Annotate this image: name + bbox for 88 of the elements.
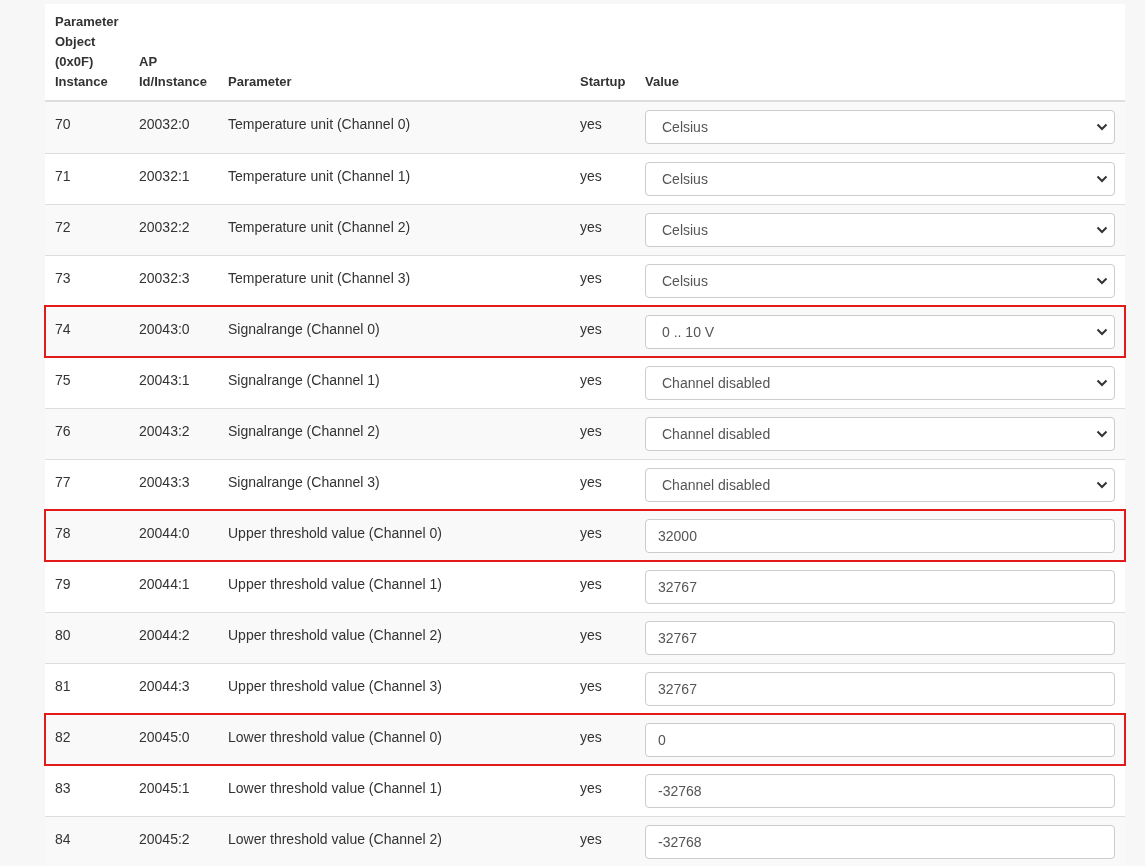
value-dropdown[interactable]: 0 .. 10 V — [645, 315, 1115, 349]
table-cell-text: yes — [579, 371, 603, 390]
table-cell-text: Lower threshold value (Channel 2) — [227, 830, 443, 849]
table-cell-text: Temperature unit (Channel 1) — [227, 167, 412, 186]
table-cell-text: yes — [579, 167, 603, 186]
table-cell-text: 20045:0 — [138, 728, 191, 747]
value-dropdown[interactable]: Celsius — [645, 162, 1115, 196]
value-input-field[interactable]: 32767 — [645, 570, 1115, 604]
value-input-field[interactable]: 32000 — [645, 519, 1115, 553]
column-header: Startup — [579, 73, 627, 91]
table-cell-text: yes — [579, 320, 603, 339]
value-dropdown[interactable]: Channel disabled — [645, 366, 1115, 400]
chevron-down-icon — [1096, 430, 1108, 438]
value-dropdown[interactable]: Channel disabled — [645, 417, 1115, 451]
value-input-field[interactable]: 32767 — [645, 621, 1115, 655]
table-cell-text: 80 — [54, 626, 72, 645]
table-cell-text: 75 — [54, 371, 72, 390]
value-dropdown[interactable]: Channel disabled — [645, 468, 1115, 502]
value-dropdown[interactable]: Celsius — [645, 110, 1115, 144]
table-cell-text: yes — [579, 779, 603, 798]
table-cell-text: 20043:0 — [138, 320, 191, 339]
table-cell-text: 20045:2 — [138, 830, 191, 849]
table-cell-text: Upper threshold value (Channel 2) — [227, 626, 443, 645]
table-cell-text: 20043:3 — [138, 473, 191, 492]
table-cell-text: 76 — [54, 422, 72, 441]
table-cell-text: Upper threshold value (Channel 1) — [227, 575, 443, 594]
table-cell-text: 20045:1 — [138, 779, 191, 798]
table-cell-text: yes — [579, 677, 603, 696]
table-cell-text: yes — [579, 524, 603, 543]
table-cell-text: 77 — [54, 473, 72, 492]
table-cell-text: Signalrange (Channel 1) — [227, 371, 381, 390]
column-header: AP Id/Instance — [138, 53, 208, 91]
chevron-down-icon — [1096, 277, 1108, 285]
column-header: Value — [644, 73, 680, 91]
table-cell-text: 70 — [54, 115, 72, 134]
chevron-down-icon — [1096, 226, 1108, 234]
table-cell-text: yes — [579, 422, 603, 441]
value-dropdown[interactable]: Celsius — [645, 264, 1115, 298]
table-cell-text: Upper threshold value (Channel 0) — [227, 524, 443, 543]
table-cell-text: yes — [579, 575, 603, 594]
table-cell-text: Signalrange (Channel 0) — [227, 320, 381, 339]
table-cell-text: Temperature unit (Channel 2) — [227, 218, 412, 237]
table-cell-text: 20032:1 — [138, 167, 191, 186]
table-cell-text: 20044:1 — [138, 575, 191, 594]
table-cell-text: 73 — [54, 269, 72, 288]
table-cell-text: 20043:1 — [138, 371, 191, 390]
value-dropdown[interactable]: Celsius — [645, 213, 1115, 247]
table-cell-text: yes — [579, 115, 603, 134]
table-cell-text: 20044:3 — [138, 677, 191, 696]
table-cell-text: yes — [579, 473, 603, 492]
table-cell-text: Signalrange (Channel 3) — [227, 473, 381, 492]
table-cell-text: yes — [579, 218, 603, 237]
table-cell-text: 78 — [54, 524, 72, 543]
column-header: Parameter — [227, 73, 293, 91]
table-cell-text: Lower threshold value (Channel 0) — [227, 728, 443, 747]
chevron-down-icon — [1096, 481, 1108, 489]
value-input-field[interactable]: 0 — [645, 723, 1115, 757]
value-input-field[interactable]: 32767 — [645, 672, 1115, 706]
chevron-down-icon — [1096, 175, 1108, 183]
table-cell-text: Upper threshold value (Channel 3) — [227, 677, 443, 696]
table-cell-text: 83 — [54, 779, 72, 798]
column-header: Parameter Object (0x0F) Instance — [54, 13, 120, 91]
table-cell-text: 82 — [54, 728, 72, 747]
table-cell-text: 20032:3 — [138, 269, 191, 288]
table-cell-text: 20032:2 — [138, 218, 191, 237]
table-cell-text: 20044:2 — [138, 626, 191, 645]
table-cell-text: yes — [579, 830, 603, 849]
table-cell-text: Signalrange (Channel 2) — [227, 422, 381, 441]
chevron-down-icon — [1096, 379, 1108, 387]
value-input-field[interactable]: -32768 — [645, 774, 1115, 808]
table-cell-text: 84 — [54, 830, 72, 849]
chevron-down-icon — [1096, 328, 1108, 336]
table-cell-text: 74 — [54, 320, 72, 339]
value-input-field[interactable]: -32768 — [645, 825, 1115, 859]
chevron-down-icon — [1096, 123, 1108, 131]
table-cell-text: 71 — [54, 167, 72, 186]
table-cell-text: 79 — [54, 575, 72, 594]
table-cell-text: Lower threshold value (Channel 1) — [227, 779, 443, 798]
table-cell-text: 20043:2 — [138, 422, 191, 441]
table-cell-text: 20044:0 — [138, 524, 191, 543]
table-cell-text: Temperature unit (Channel 3) — [227, 269, 412, 288]
table-cell-text: 72 — [54, 218, 72, 237]
table-cell-text: 81 — [54, 677, 72, 696]
table-cell-text: 20032:0 — [138, 115, 191, 134]
table-cell-text: yes — [579, 269, 603, 288]
table-cell-text: yes — [579, 728, 603, 747]
table-cell-text: yes — [579, 626, 603, 645]
table-cell-text: Temperature unit (Channel 0) — [227, 115, 412, 134]
